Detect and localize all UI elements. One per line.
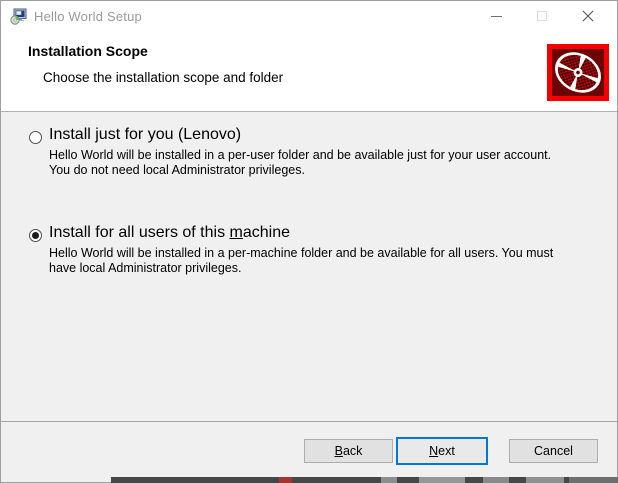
title-bar: Hello World Setup [1, 1, 617, 31]
red-cd-disc-icon [547, 44, 609, 101]
radio-per-user[interactable] [29, 131, 42, 144]
radio-per-user-description: Hello World will be installed in a per-u… [49, 148, 552, 177]
page-title: Installation Scope [28, 43, 148, 59]
setup-window: Hello World Setup Installation Scope Cho… [0, 0, 618, 483]
dialog-footer: Back Next Cancel [1, 422, 617, 477]
next-button[interactable]: Next [396, 437, 488, 465]
cancel-button[interactable]: Cancel [509, 439, 598, 463]
radio-all-users[interactable] [29, 229, 42, 242]
back-button[interactable]: Back [304, 439, 393, 463]
maximize-button [519, 1, 565, 31]
page-subtitle: Choose the installation scope and folder [43, 70, 284, 85]
radio-all-users-description: Hello World will be installed in a per-m… [49, 246, 554, 275]
msi-installer-icon [10, 8, 27, 25]
window-controls [473, 1, 611, 31]
radio-all-users-label[interactable]: Install for all users of this machine [49, 224, 290, 242]
radio-per-user-label[interactable]: Install just for you (Lenovo) [49, 126, 241, 144]
dialog-header: Installation Scope Choose the installati… [1, 31, 617, 112]
window-title: Hello World Setup [34, 8, 142, 24]
minimize-button[interactable] [473, 1, 519, 31]
background-window-strip [111, 477, 618, 483]
close-button[interactable] [565, 1, 611, 31]
